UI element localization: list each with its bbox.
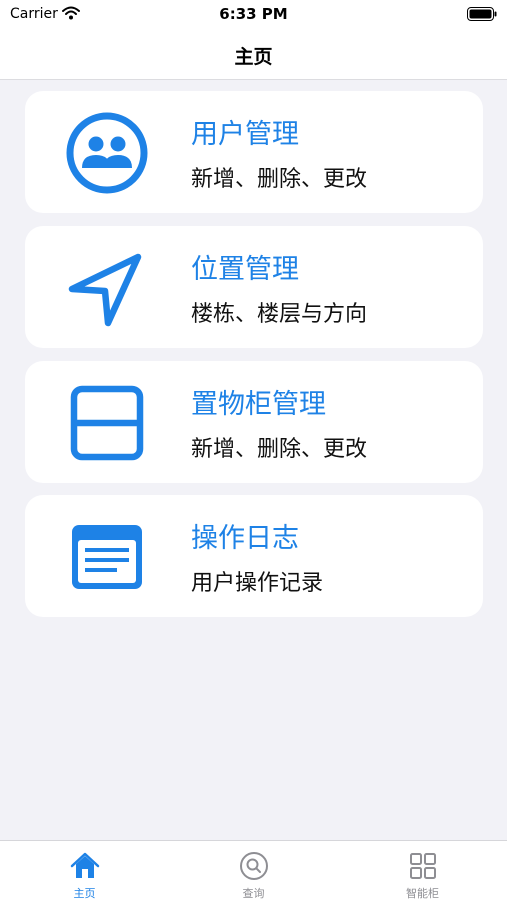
menu-card-title: 操作日志	[191, 523, 299, 554]
clock: 6:33 PM	[219, 5, 288, 23]
page-title: 主页	[234, 46, 273, 68]
menu-card-cabinet-management[interactable]: 置物柜管理 新增、删除、更改	[25, 361, 483, 483]
grid-icon	[410, 853, 436, 879]
tab-bar: 主页 查询 智能柜	[0, 840, 507, 901]
menu-card-title: 用户管理	[191, 119, 299, 150]
battery-icon	[467, 7, 497, 21]
menu-card-location-management[interactable]: 位置管理 楼栋、楼层与方向	[25, 226, 483, 348]
tab-search[interactable]: 查询	[169, 841, 338, 901]
users-icon	[66, 112, 148, 194]
tab-smart-cabinet[interactable]: 智能柜	[338, 841, 507, 901]
menu-card-subtitle: 新增、删除、更改	[191, 437, 368, 462]
menu-card-subtitle: 楼栋、楼层与方向	[191, 302, 368, 327]
navigation-bar: 主页	[0, 30, 507, 80]
search-icon	[240, 852, 268, 880]
menu-card-subtitle: 用户操作记录	[191, 571, 324, 596]
menu-card-user-management[interactable]: 用户管理 新增、删除、更改	[25, 91, 483, 213]
menu-card-operation-log[interactable]: 操作日志 用户操作记录	[25, 495, 483, 617]
menu-card-subtitle: 新增、删除、更改	[191, 167, 368, 192]
menu-card-title: 置物柜管理	[191, 389, 326, 420]
location-arrow-icon	[68, 253, 142, 327]
tab-label: 查询	[242, 887, 265, 900]
menu-card-title: 位置管理	[191, 254, 299, 285]
cabinet-icon	[70, 385, 144, 461]
log-document-icon	[72, 525, 142, 589]
tab-home[interactable]: 主页	[0, 841, 169, 901]
status-bar: Carrier 6:33 PM	[0, 0, 507, 30]
tab-label: 主页	[73, 887, 96, 900]
tab-label: 智能柜	[406, 887, 439, 900]
home-icon	[70, 852, 100, 878]
